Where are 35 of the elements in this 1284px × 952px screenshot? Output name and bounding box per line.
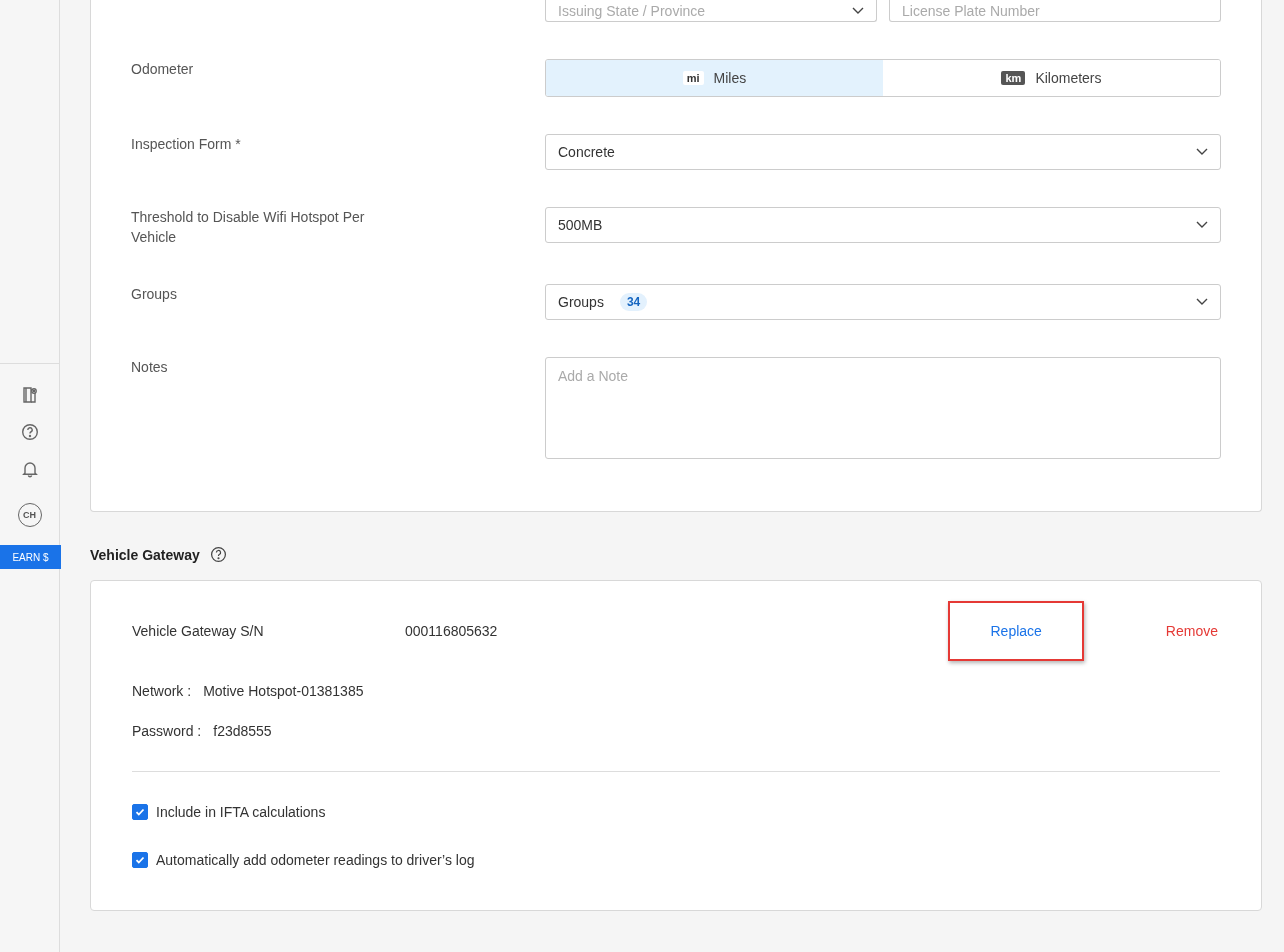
- bell-icon[interactable]: [20, 460, 39, 478]
- earn-button[interactable]: EARN $: [0, 545, 61, 569]
- chevron-down-icon: [1196, 148, 1208, 156]
- remove-link[interactable]: Remove: [1165, 623, 1218, 639]
- field-label: Notes: [131, 358, 169, 377]
- checkbox-label: Include in IFTA calculations: [156, 804, 326, 820]
- chevron-down-icon: [1196, 221, 1208, 229]
- detail-value: f23d8555: [213, 722, 272, 741]
- field-label: Threshold to Disable Wifi Hotspot Per Vehicle: [131, 208, 366, 247]
- dropdown-field[interactable]: Concrete: [545, 134, 1221, 170]
- dropdown-field[interactable]: 500MB: [545, 207, 1221, 243]
- field-label: Odometer: [131, 60, 195, 79]
- check-icon: [134, 854, 146, 866]
- help-icon[interactable]: [20, 423, 39, 441]
- replace-link[interactable]: Replace: [990, 623, 1042, 639]
- map-book-icon[interactable]: [20, 386, 39, 404]
- help-icon[interactable]: [209, 546, 227, 563]
- chevron-down-icon: [1196, 298, 1208, 306]
- detail-label: Password :: [132, 722, 202, 741]
- checkbox[interactable]: [132, 852, 148, 868]
- count-badge: 34: [619, 293, 648, 311]
- notes-field[interactable]: Add a Note: [545, 357, 1221, 459]
- section-title: Vehicle Gateway: [90, 546, 200, 563]
- chevron-down-icon: [852, 6, 864, 15]
- serial-number: 000116805632: [405, 623, 499, 639]
- groups-dropdown[interactable]: Groups 34: [545, 284, 1221, 320]
- detail-value: Motive Hotspot-01381385: [203, 682, 364, 701]
- unit-option[interactable]: mi Miles: [546, 60, 883, 96]
- checkbox-label: Automatically add odometer readings to driver’s log: [156, 852, 475, 868]
- field-label: Inspection Form *: [131, 135, 242, 154]
- serial-label: Vehicle Gateway S/N: [132, 623, 265, 639]
- detail-label: Network :: [132, 682, 192, 701]
- check-icon: [134, 806, 146, 818]
- checkbox[interactable]: [132, 804, 148, 820]
- field-label: Groups: [131, 285, 178, 304]
